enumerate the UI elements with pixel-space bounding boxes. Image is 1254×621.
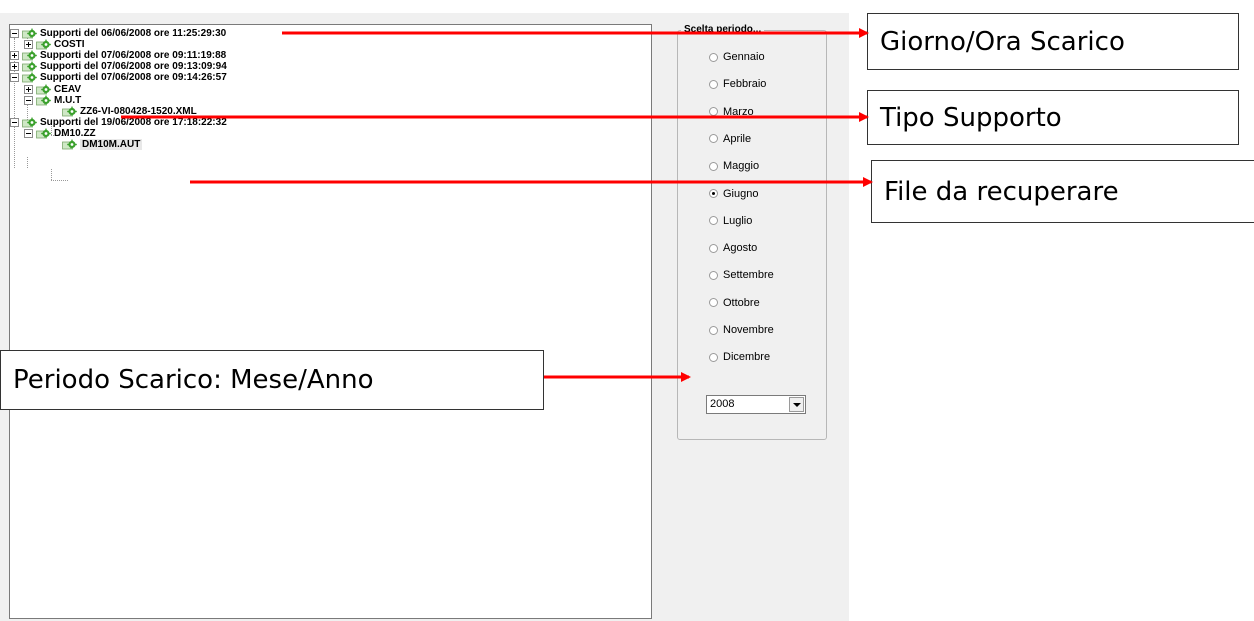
callout-arrows (121, 28, 873, 382)
